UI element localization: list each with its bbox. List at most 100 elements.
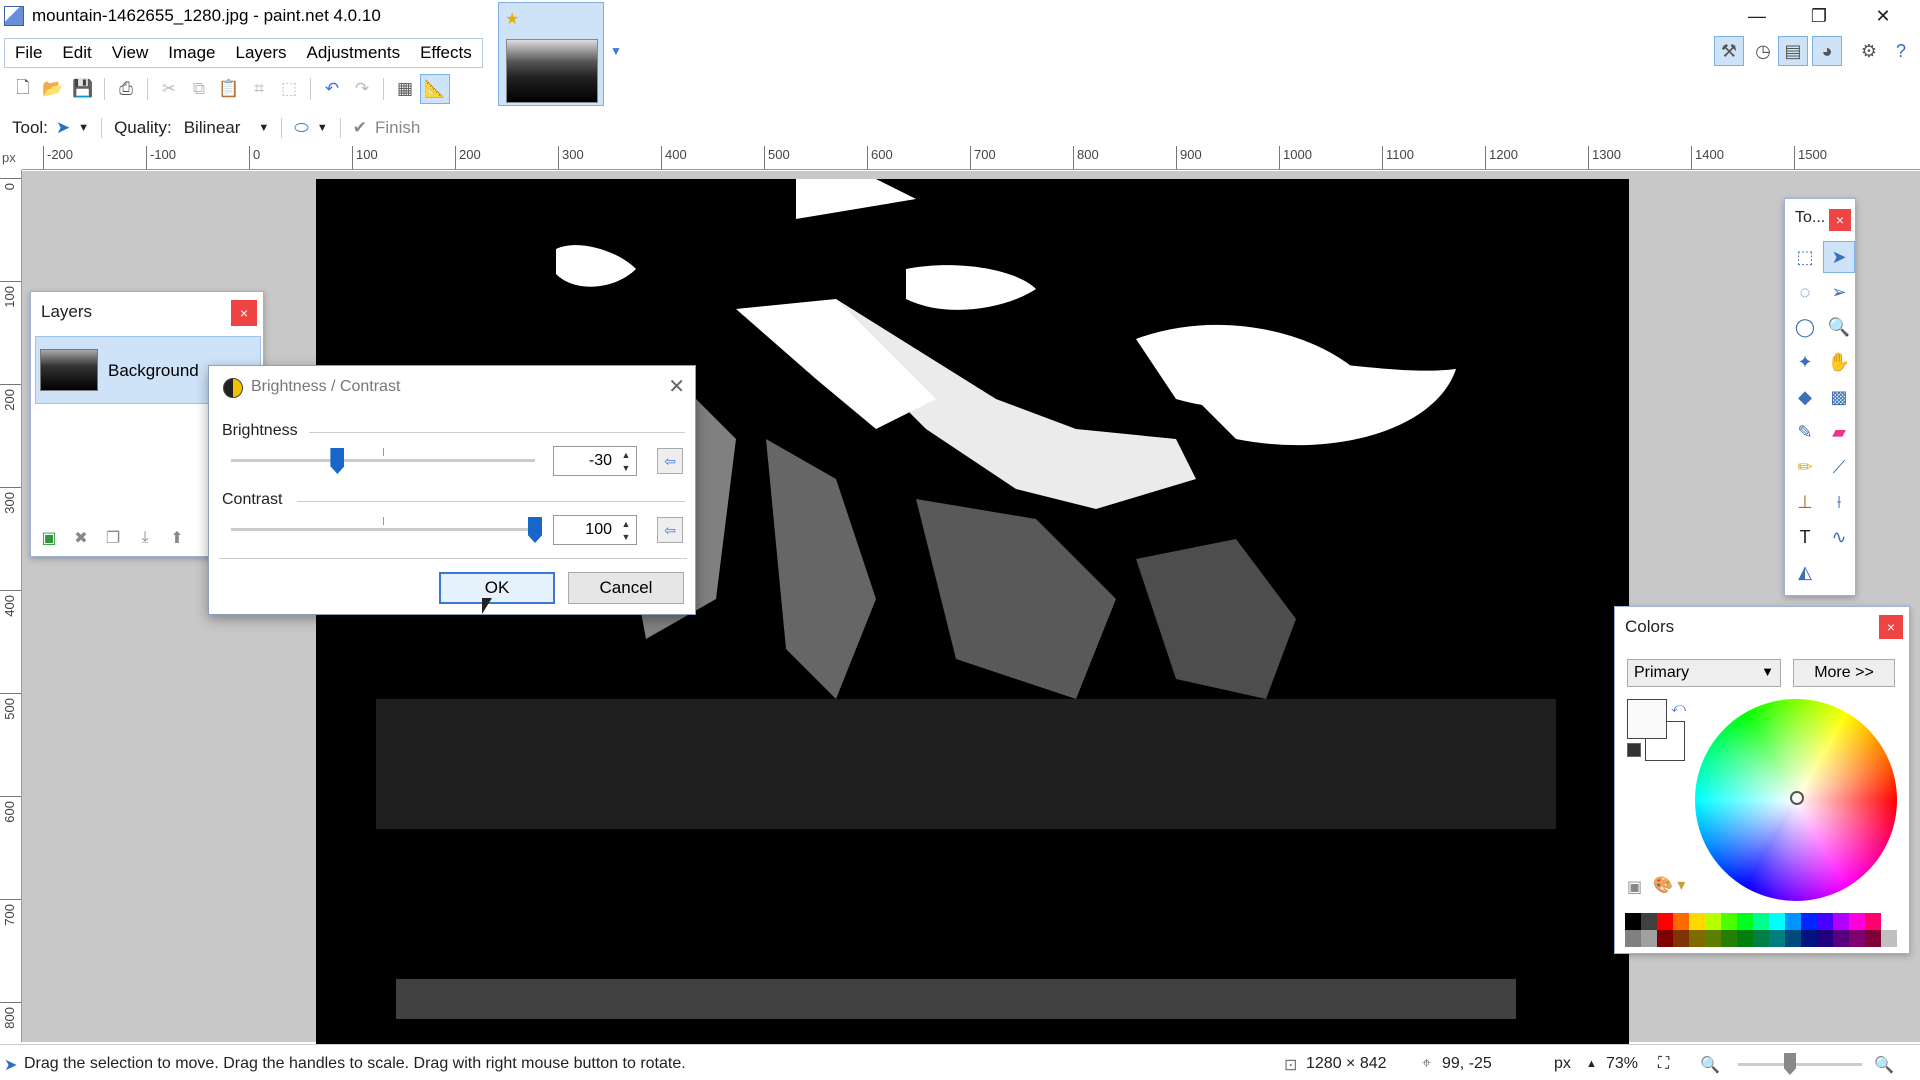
palette-swatch[interactable] bbox=[1817, 930, 1833, 947]
brightness-input[interactable]: -30 ▲ ▼ bbox=[553, 446, 637, 476]
move-selected-pixels-tool-icon[interactable]: ➤ bbox=[1823, 241, 1855, 273]
line-curve-tool-icon[interactable]: ∿ bbox=[1823, 521, 1855, 553]
cut-icon[interactable]: ✂ bbox=[154, 74, 184, 104]
copy-icon[interactable]: ⧉ bbox=[184, 74, 214, 104]
menu-file[interactable]: File bbox=[5, 39, 52, 67]
units-up-icon[interactable]: ▲ bbox=[1586, 1058, 1597, 1070]
menu-adjustments[interactable]: Adjustments bbox=[297, 39, 411, 67]
brightness-reset-icon[interactable]: ⇦ bbox=[657, 448, 683, 474]
tab-list-dropdown-icon[interactable]: ▼ bbox=[610, 44, 624, 58]
colors-panel-close-button[interactable]: × bbox=[1879, 615, 1903, 639]
zoom-tool-icon[interactable]: 🔍 bbox=[1823, 311, 1855, 343]
color-wheel-cursor[interactable] bbox=[1790, 791, 1804, 805]
palette-swatch[interactable] bbox=[1817, 913, 1833, 930]
palette-swatch[interactable] bbox=[1785, 930, 1801, 947]
menu-view[interactable]: View bbox=[102, 39, 159, 67]
layers-window-toggle-icon[interactable]: ▤ bbox=[1778, 36, 1808, 66]
delete-layer-icon[interactable]: ✖ bbox=[69, 526, 93, 550]
layers-panel-close-button[interactable]: × bbox=[231, 300, 257, 326]
tools-panel-close-button[interactable]: × bbox=[1829, 209, 1851, 231]
quality-dropdown[interactable]: Bilinear bbox=[184, 118, 241, 138]
palette-swatch[interactable] bbox=[1801, 930, 1817, 947]
palette-swatch[interactable] bbox=[1865, 913, 1881, 930]
rulers-icon[interactable]: 📐 bbox=[420, 74, 450, 104]
palette-swatch[interactable] bbox=[1689, 930, 1705, 947]
redo-icon[interactable]: ↷ bbox=[347, 74, 377, 104]
dialog-close-button[interactable]: ✕ bbox=[668, 374, 685, 399]
palette-swatch[interactable] bbox=[1625, 913, 1641, 930]
menu-image[interactable]: Image bbox=[158, 39, 225, 67]
palette-swatch[interactable] bbox=[1737, 930, 1753, 947]
zoom-level[interactable]: 73% bbox=[1606, 1055, 1638, 1073]
history-window-toggle-icon[interactable]: ◷ bbox=[1748, 36, 1778, 66]
settings-gear-icon[interactable]: ⚙ bbox=[1854, 36, 1884, 66]
palette-swatch[interactable] bbox=[1849, 930, 1865, 947]
palette-swatch[interactable] bbox=[1705, 913, 1721, 930]
cancel-button[interactable]: Cancel bbox=[568, 572, 684, 604]
move-selection-tool-icon[interactable]: ➤ bbox=[56, 118, 70, 138]
finish-check-icon[interactable]: ✔ bbox=[353, 118, 367, 138]
palette-swatch[interactable] bbox=[1657, 930, 1673, 947]
palette-swatch[interactable] bbox=[1769, 930, 1785, 947]
tool-dropdown-icon[interactable]: ▼ bbox=[78, 122, 89, 134]
zoom-to-window-icon[interactable]: ⛶ bbox=[1658, 1055, 1669, 1073]
move-selection-tool-icon[interactable]: ➢ bbox=[1823, 276, 1855, 308]
palette-swatch[interactable] bbox=[1625, 930, 1641, 947]
palette-swatch[interactable] bbox=[1641, 913, 1657, 930]
add-to-palette-icon[interactable]: ▣ bbox=[1627, 877, 1642, 897]
print-icon[interactable]: ⎙ bbox=[111, 74, 141, 104]
palette-swatch[interactable] bbox=[1737, 913, 1753, 930]
minimize-button[interactable]: — bbox=[1726, 0, 1788, 32]
colors-window-toggle-icon[interactable]: ◕ bbox=[1812, 36, 1842, 66]
primary-color-swatch[interactable] bbox=[1627, 699, 1667, 739]
grid-icon[interactable]: ▦ bbox=[390, 74, 420, 104]
add-layer-icon[interactable]: ▣ bbox=[37, 526, 61, 550]
contrast-spin-down-icon[interactable]: ▼ bbox=[618, 530, 634, 543]
new-image-icon[interactable]: 🗋 bbox=[8, 74, 38, 104]
merge-layer-down-icon[interactable]: ⤓ bbox=[133, 526, 157, 550]
palette-swatch[interactable] bbox=[1881, 913, 1897, 930]
clone-stamp-tool-icon[interactable]: ⊥ bbox=[1789, 486, 1821, 518]
close-window-button[interactable]: ✕ bbox=[1852, 0, 1914, 32]
menu-layers[interactable]: Layers bbox=[226, 39, 297, 67]
quality-chevron-down-icon[interactable]: ▼ bbox=[258, 122, 269, 134]
menu-edit[interactable]: Edit bbox=[52, 39, 101, 67]
palette-swatch[interactable] bbox=[1657, 913, 1673, 930]
paint-bucket-tool-icon[interactable]: ◆ bbox=[1789, 381, 1821, 413]
contrast-slider-thumb[interactable] bbox=[528, 517, 542, 543]
ellipse-select-tool-icon[interactable]: ◯ bbox=[1789, 311, 1821, 343]
eraser-tool-icon[interactable]: ▰ bbox=[1823, 416, 1855, 448]
undo-icon[interactable]: ↶ bbox=[317, 74, 347, 104]
gradient-tool-icon[interactable]: ▩ bbox=[1823, 381, 1855, 413]
palette-swatch[interactable] bbox=[1721, 930, 1737, 947]
color-picker-tool-icon[interactable]: ⟋ bbox=[1823, 451, 1855, 483]
crop-to-selection-icon[interactable]: ⌗ bbox=[244, 74, 274, 104]
palette-swatch[interactable] bbox=[1673, 913, 1689, 930]
palette-swatch[interactable] bbox=[1673, 930, 1689, 947]
text-tool-icon[interactable]: T bbox=[1789, 521, 1821, 553]
deselect-icon[interactable]: ⬚ bbox=[274, 74, 304, 104]
palette-menu-icon[interactable]: 🎨 ▾ bbox=[1653, 875, 1685, 895]
units-selector[interactable]: px bbox=[1554, 1055, 1571, 1073]
palette-swatch[interactable] bbox=[1865, 930, 1881, 947]
contrast-spin-up-icon[interactable]: ▲ bbox=[618, 517, 634, 530]
contrast-slider-track[interactable] bbox=[231, 528, 535, 531]
ok-button[interactable]: OK bbox=[439, 572, 555, 604]
palette-swatch[interactable] bbox=[1689, 913, 1705, 930]
more-colors-button[interactable]: More >> bbox=[1793, 659, 1895, 687]
pencil-tool-icon[interactable]: ✏ bbox=[1789, 451, 1821, 483]
open-icon[interactable]: 📂 bbox=[38, 74, 68, 104]
menu-effects[interactable]: Effects bbox=[410, 39, 482, 67]
zoom-slider-track[interactable] bbox=[1738, 1063, 1862, 1066]
swap-colors-icon[interactable]: ⤺ bbox=[1671, 699, 1686, 716]
brightness-slider-track[interactable] bbox=[231, 459, 535, 462]
zoom-in-icon[interactable]: 🔍 bbox=[1874, 1055, 1894, 1075]
antialiasing-icon[interactable]: ⬭ bbox=[294, 118, 309, 138]
pan-tool-icon[interactable]: ✋ bbox=[1823, 346, 1855, 378]
help-icon[interactable]: ? bbox=[1886, 36, 1916, 66]
zoom-out-icon[interactable]: 🔍 bbox=[1700, 1055, 1720, 1075]
antialiasing-dropdown-icon[interactable]: ▼ bbox=[317, 122, 328, 134]
rectangle-select-tool-icon[interactable]: ⬚ bbox=[1789, 241, 1821, 273]
palette-swatch[interactable] bbox=[1849, 913, 1865, 930]
document-tab[interactable]: ★ bbox=[498, 2, 604, 106]
